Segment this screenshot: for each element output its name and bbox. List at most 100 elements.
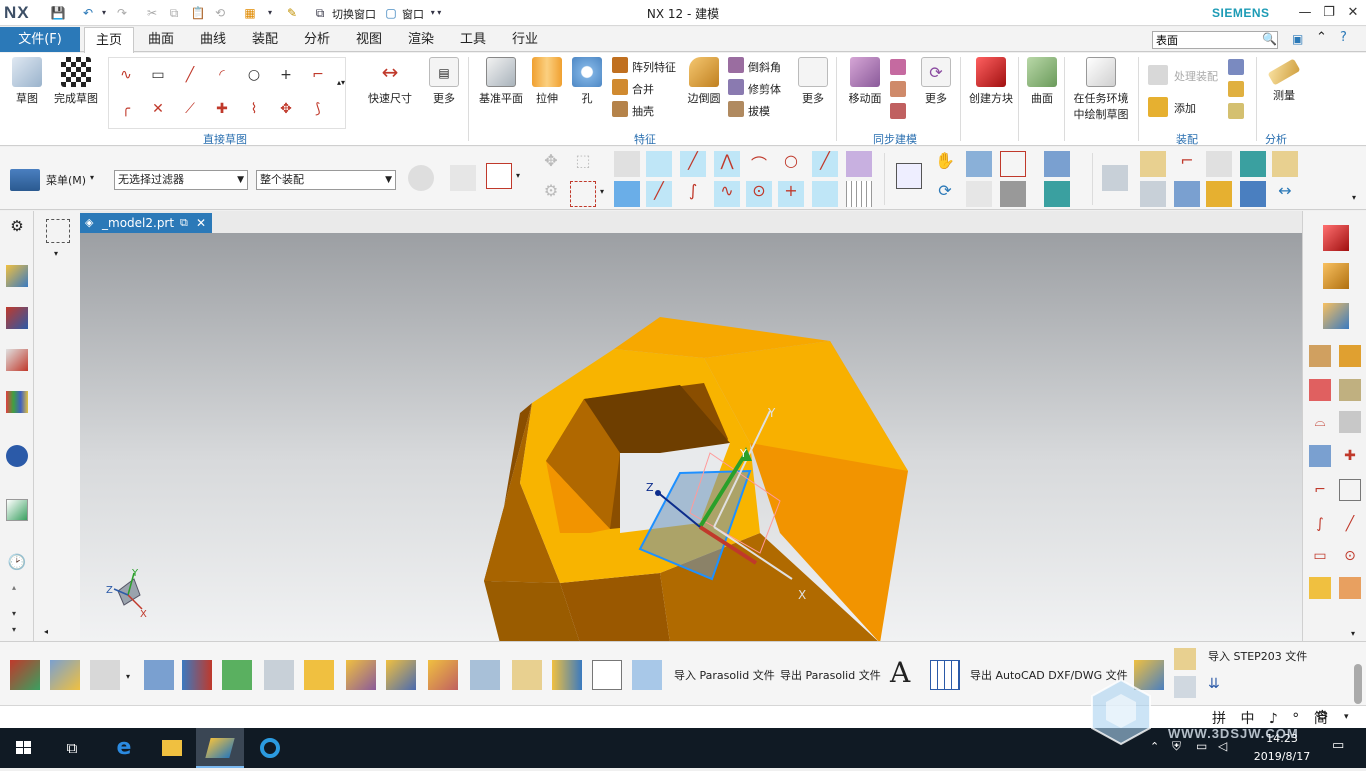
strip-overflow-icon[interactable]: ▾ xyxy=(12,625,16,634)
plane-align-icon[interactable] xyxy=(222,660,252,690)
control-point-snap-icon[interactable]: ╱ xyxy=(680,151,706,177)
document-tab[interactable]: ◈ _model2.prt ⧉ ✕ xyxy=(80,213,212,233)
edit-object-icon[interactable] xyxy=(10,660,40,690)
tab-file[interactable]: 文件(F) xyxy=(0,27,80,52)
gallery-scroll-icon[interactable]: ▴▾ xyxy=(337,78,345,87)
datum-plane-button[interactable]: 基准平面 xyxy=(476,57,526,106)
redo-icon[interactable]: ↷ xyxy=(114,5,130,21)
center-snap-icon[interactable]: ⊙ xyxy=(746,181,772,207)
book-icon[interactable] xyxy=(1240,181,1266,207)
scroll-down-icon[interactable]: ▾ xyxy=(12,609,16,618)
shaded-edges-icon[interactable] xyxy=(1309,445,1331,467)
intersection-snap-icon[interactable]: ⋀ xyxy=(714,151,740,177)
nx-taskbar-icon[interactable] xyxy=(196,728,244,768)
undo-dropdown-icon[interactable]: ▾ xyxy=(96,5,112,21)
corner-icon[interactable]: ⌐ xyxy=(307,64,329,86)
patch-icon[interactable] xyxy=(632,660,662,690)
window-dropdown-icon[interactable]: ▾ ▾ xyxy=(428,5,444,21)
edge-blend-button[interactable]: 边倒圆 xyxy=(684,57,724,106)
scroll-up-icon[interactable]: ▴ xyxy=(12,583,16,592)
measure-distance-icon[interactable] xyxy=(1272,151,1298,177)
wcs-origin-icon[interactable]: ⌐ xyxy=(1174,151,1200,177)
graphics-window[interactable]: Y Y X Z Y X Z xyxy=(80,233,1302,641)
shaded-icon[interactable] xyxy=(1044,151,1070,177)
tab-render[interactable]: 渲染 xyxy=(398,27,444,52)
part-navigator-icon[interactable] xyxy=(6,349,28,371)
cut-icon[interactable]: ✂ xyxy=(144,5,160,21)
offset-curve-icon[interactable]: ⌇ xyxy=(243,98,265,120)
show-hide-icon[interactable] xyxy=(614,151,640,177)
end-point-snap-icon[interactable] xyxy=(646,151,672,177)
toolbar-overflow-icon[interactable]: ▾ xyxy=(1352,193,1356,202)
delete-face-icon[interactable] xyxy=(890,103,906,119)
grid-icon[interactable] xyxy=(846,181,872,207)
touch-mode-icon[interactable]: ▦ xyxy=(242,5,258,21)
offset-region-icon[interactable] xyxy=(890,81,906,97)
existing-point-snap-icon[interactable]: + xyxy=(778,181,804,207)
type-filter-dropdown[interactable]: 无选择过滤器 ▼ xyxy=(114,170,248,190)
history-icon[interactable]: 🕑 xyxy=(6,551,28,573)
circle-icon[interactable]: ○ xyxy=(243,64,265,86)
profile-icon[interactable]: ∿ xyxy=(115,64,137,86)
top-view-icon[interactable] xyxy=(1309,345,1331,367)
solid-view-icon[interactable] xyxy=(1323,225,1349,251)
file-explorer-icon[interactable] xyxy=(148,728,196,768)
zoom-icon[interactable] xyxy=(966,151,992,177)
selection-dropdown-icon[interactable]: ▾ xyxy=(54,249,58,258)
front-view-icon[interactable] xyxy=(1323,303,1349,329)
bounded-grid-snap-icon[interactable] xyxy=(846,151,872,177)
undo-icon[interactable]: ↶ xyxy=(80,5,96,21)
block-icon[interactable] xyxy=(304,660,334,690)
chamfer-button[interactable]: 倒斜角 xyxy=(748,59,781,75)
pan-icon[interactable]: ✋ xyxy=(932,151,958,177)
selection-scope-dropdown[interactable]: 整个装配 ▼ xyxy=(256,170,396,190)
select-cursor-icon[interactable] xyxy=(90,660,120,690)
web-browser-icon[interactable] xyxy=(6,499,28,521)
assembly-navigator-icon[interactable] xyxy=(6,265,28,287)
sheet-metal-icon[interactable] xyxy=(592,660,622,690)
help-icon[interactable]: ? xyxy=(1340,30,1347,45)
box-tool-icon[interactable] xyxy=(1309,577,1331,599)
window-icon[interactable]: ▢ xyxy=(383,5,399,21)
assembly-tool-icon[interactable] xyxy=(1228,103,1244,119)
surface-button[interactable]: 曲面 xyxy=(1024,57,1060,106)
move-object-icon[interactable] xyxy=(1206,181,1232,207)
panel-left-arrow-icon[interactable]: ◂ xyxy=(44,627,48,636)
rectangle-tool-icon[interactable]: ▭ xyxy=(1309,545,1331,567)
wcs-dynamics-icon[interactable] xyxy=(1140,151,1166,177)
constraint-icon[interactable] xyxy=(1228,59,1244,75)
thicken-icon[interactable] xyxy=(552,660,582,690)
rectangle-icon[interactable]: ▭ xyxy=(147,64,169,86)
line-analysis-icon[interactable]: ╱ xyxy=(1339,513,1361,535)
sketch-in-task-button[interactable]: 在任务环境 中绘制草图 xyxy=(1068,57,1134,122)
right-strip-overflow-icon[interactable]: ▾ xyxy=(1351,629,1355,638)
finish-sketch-button[interactable]: 完成草图 xyxy=(50,57,102,106)
face-analysis-icon[interactable]: ⌐ xyxy=(1309,479,1331,501)
tab-view[interactable]: 视图 xyxy=(346,27,392,52)
clip-section-icon[interactable]: ⌓ xyxy=(1309,411,1331,433)
render-style-icon[interactable] xyxy=(1000,181,1026,207)
settings-gear-icon[interactable]: ⚙ xyxy=(6,215,28,237)
close-button[interactable]: ✕ xyxy=(1342,3,1364,23)
start-button[interactable] xyxy=(0,728,48,768)
add-component-button[interactable]: 添加 xyxy=(1174,100,1196,116)
display-wcs-icon[interactable] xyxy=(1240,151,1266,177)
shell-button[interactable]: 抽壳 xyxy=(632,103,654,119)
filter-icon[interactable] xyxy=(450,165,476,191)
quadrant-snap-icon[interactable]: ○ xyxy=(778,151,804,177)
more-sketch-button[interactable]: ▤ 更多 xyxy=(424,57,464,106)
tab-analysis[interactable]: 分析 xyxy=(294,27,340,52)
process-assembly-button[interactable]: 处理装配 xyxy=(1174,68,1218,84)
paste-icon[interactable]: 📋 xyxy=(190,5,206,21)
export-parasolid-button[interactable]: 导出 Parasolid 文件 xyxy=(780,667,881,683)
tab-surface[interactable]: 曲面 xyxy=(138,27,184,52)
point-on-curve-snap-icon[interactable]: ╱ xyxy=(812,151,838,177)
trim-body-button[interactable]: 修剪体 xyxy=(748,81,781,97)
select-body-icon[interactable] xyxy=(614,181,640,207)
ime-dropdown-icon[interactable]: ▾ xyxy=(1344,712,1349,722)
ime-settings-icon[interactable]: ⚙ xyxy=(1316,708,1329,724)
shield-icon[interactable]: ⛨ xyxy=(1172,739,1181,754)
draft-button[interactable]: 拔模 xyxy=(748,103,770,119)
studio-icon[interactable] xyxy=(1339,479,1361,501)
table-icon[interactable] xyxy=(930,660,960,690)
